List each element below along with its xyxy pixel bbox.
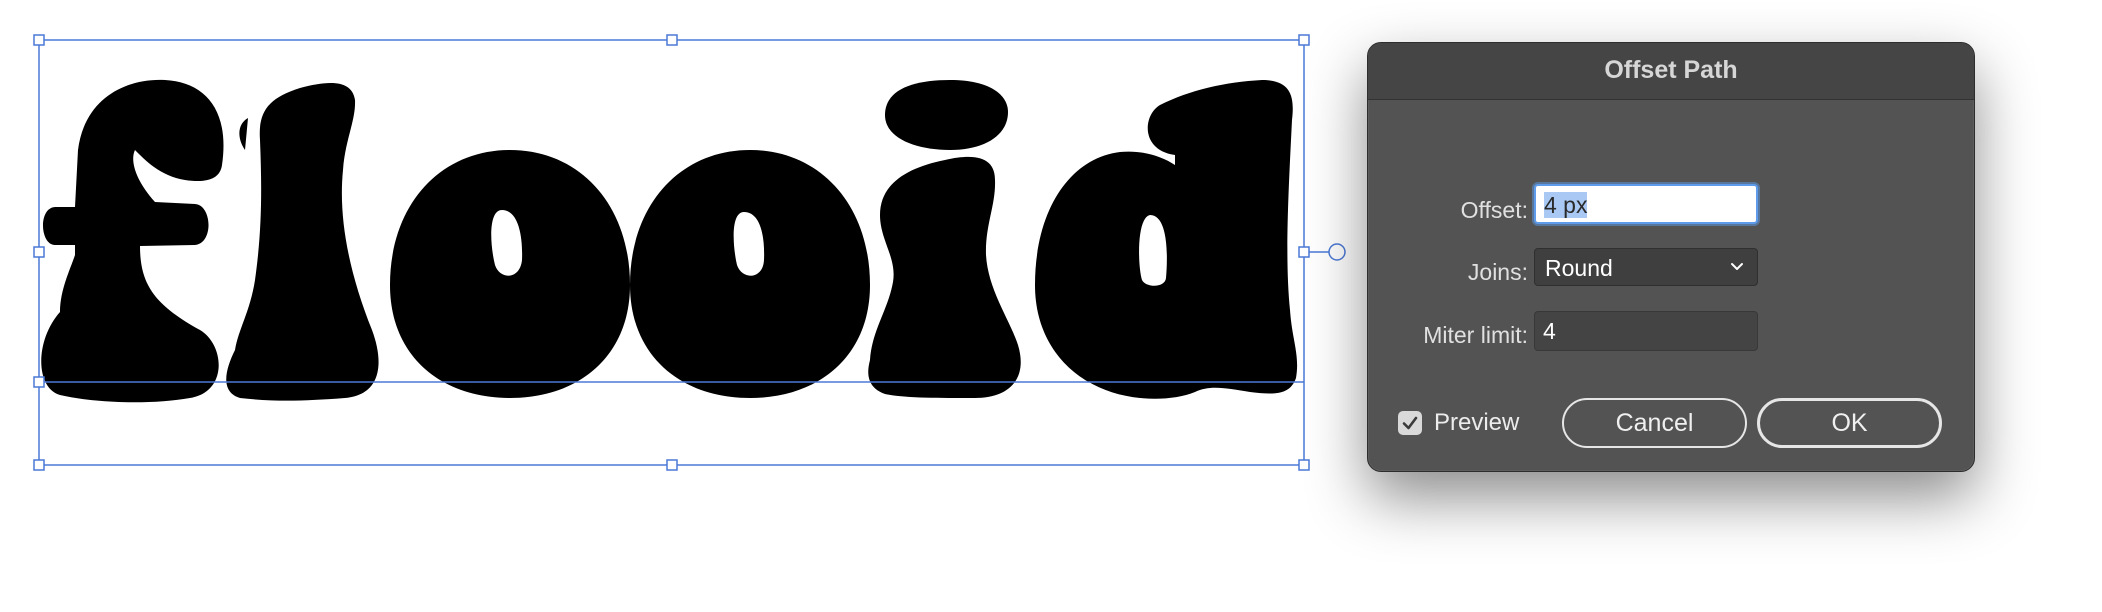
joins-label: Joins: [1467,259,1528,285]
preview-label[interactable]: Preview [1434,409,1519,437]
handle-bottom-left [33,459,45,471]
handle-top-center [666,34,678,46]
checkmark-icon [1402,416,1418,430]
joins-select[interactable]: Round [1534,248,1758,286]
miter-limit-input[interactable]: 4 [1534,311,1758,351]
flooid-text-art[interactable] [41,79,1298,403]
handle-middle-left [33,246,45,258]
offset-value: 4 px [1544,192,1588,218]
offset-input[interactable]: 4 px [1534,184,1758,224]
handle-middle-right [1298,246,1310,258]
canvas: Offset Path Offset: 4 px Joins: Round Mi… [0,0,2102,612]
ok-button[interactable]: OK [1757,398,1942,448]
handle-baseline-left [33,376,45,388]
offset-label: Offset: [1460,197,1528,223]
miter-limit-value: 4 [1543,318,1556,344]
offset-path-dialog: Offset Path Offset: 4 px Joins: Round Mi… [1367,42,1975,472]
cancel-button[interactable]: Cancel [1562,398,1747,448]
miter-limit-label: Miter limit: [1423,322,1528,348]
dialog-titlebar[interactable]: Offset Path [1368,43,1974,100]
handle-top-left [33,34,45,46]
dialog-title: Offset Path [1604,56,1738,84]
text-port-handle[interactable] [1309,243,1346,261]
chevron-down-icon [1731,263,1743,270]
joins-value: Round [1545,255,1613,281]
preview-checkbox[interactable] [1398,411,1422,435]
handle-top-right [1298,34,1310,46]
handle-bottom-center [666,459,678,471]
artwork-canvas [33,34,1346,471]
handle-bottom-right [1298,459,1310,471]
